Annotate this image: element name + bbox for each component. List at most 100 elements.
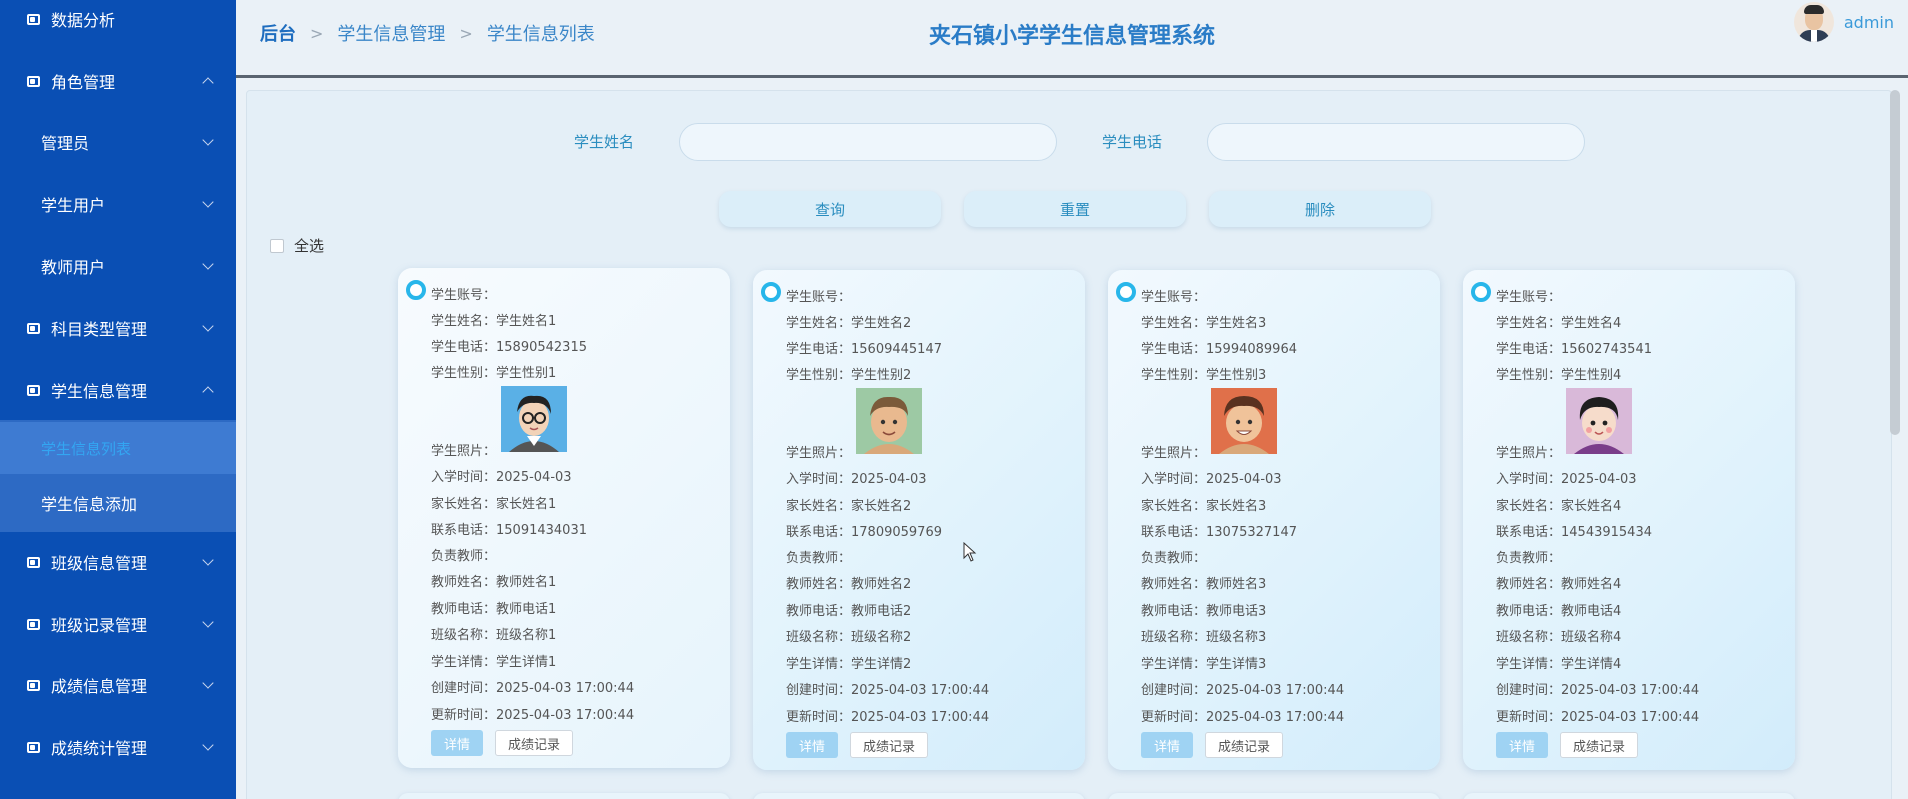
- field-key: 班级名称：: [1496, 630, 1562, 645]
- field-value: 家长姓名2: [851, 499, 912, 514]
- sidebar-item-student-info[interactable]: 学生信息管理: [0, 359, 236, 421]
- sidebar-item-class-records[interactable]: 班级记录管理: [0, 593, 236, 655]
- reset-button[interactable]: 重置: [964, 191, 1186, 227]
- delete-button[interactable]: 删除: [1209, 191, 1431, 227]
- scrollbar[interactable]: [1890, 90, 1900, 435]
- menu-icon: [27, 618, 40, 630]
- student-phone-label: 学生电话: [1102, 133, 1163, 151]
- chevron-down-icon: [202, 739, 214, 751]
- detail-button[interactable]: 详情: [1141, 732, 1193, 758]
- header: 后台 > 学生信息管理 > 学生信息列表 夹石镇小学学生信息管理系统 admin: [236, 0, 1908, 78]
- sidebar-item-subject-types[interactable]: 科目类型管理: [0, 297, 236, 359]
- field-key: 入学时间：: [431, 470, 497, 485]
- sidebar-item-role-management[interactable]: 角色管理: [0, 50, 236, 112]
- sidebar-item-student-list[interactable]: 学生信息列表: [0, 422, 236, 474]
- select-radio[interactable]: [761, 282, 781, 302]
- field-value: 教师姓名4: [1561, 577, 1622, 592]
- field-name: 学生姓名：学生姓名1: [431, 310, 556, 329]
- grade-record-button[interactable]: 成绩记录: [495, 730, 573, 756]
- student-card: 学生账号： 学生姓名：学生姓名1 学生电话：15890542315 学生性别：学…: [398, 268, 730, 768]
- field-phone: 学生电话：15602743541: [1496, 338, 1652, 357]
- field-enroll: 入学时间：2025-04-03: [786, 468, 927, 487]
- field-contact: 联系电话：17809059769: [786, 521, 942, 540]
- detail-button[interactable]: 详情: [431, 730, 483, 756]
- menu-icon: [27, 384, 40, 396]
- grade-record-button[interactable]: 成绩记录: [1560, 732, 1638, 758]
- select-radio[interactable]: [1116, 282, 1136, 302]
- field-key: 学生账号：: [431, 288, 497, 303]
- field-key: 入学时间：: [1496, 472, 1562, 487]
- sidebar-item-admin[interactable]: 管理员: [0, 111, 236, 173]
- field-created: 创建时间：2025-04-03 17:00:44: [431, 677, 634, 696]
- sidebar-item-grade-info[interactable]: 成绩信息管理: [0, 654, 236, 716]
- sidebar-item-teacher-users[interactable]: 教师用户: [0, 235, 236, 297]
- field-value: 2025-04-03: [851, 472, 927, 487]
- sidebar-item-student-users[interactable]: 学生用户: [0, 173, 236, 235]
- field-key: 学生姓名：: [431, 314, 497, 329]
- field-value: 学生性别4: [1561, 368, 1622, 383]
- sidebar: 数据分析 角色管理 管理员 学生用户 教师用户 科目类型管理 学生信息管理 学生…: [0, 0, 236, 799]
- field-teacher-name: 教师姓名：教师姓名1: [431, 571, 556, 590]
- select-radio[interactable]: [406, 280, 426, 300]
- field-key: 更新时间：: [1141, 710, 1207, 725]
- student-phone-input[interactable]: [1207, 123, 1585, 161]
- field-key: 班级名称：: [786, 630, 852, 645]
- sidebar-item-grade-stats[interactable]: 成绩统计管理: [0, 716, 236, 778]
- field-key: 联系电话：: [431, 523, 497, 538]
- field-key: 学生姓名：: [786, 316, 852, 331]
- menu-icon: [27, 556, 40, 568]
- field-account: 学生账号：: [431, 284, 496, 303]
- field-gender: 学生性别：学生性别1: [431, 362, 556, 381]
- sidebar-item-student-add[interactable]: 学生信息添加: [0, 474, 236, 532]
- field-parent: 家长姓名：家长姓名1: [431, 493, 556, 512]
- user-name[interactable]: admin: [1844, 13, 1894, 32]
- field-value: 15994089964: [1206, 342, 1297, 357]
- field-key: 学生电话：: [1496, 342, 1562, 357]
- field-key: 学生姓名：: [1141, 316, 1207, 331]
- sidebar-item-label: 班级信息管理: [51, 554, 148, 573]
- field-updated: 更新时间：2025-04-03 17:00:44: [1141, 706, 1344, 725]
- field-key: 学生详情：: [1496, 657, 1562, 672]
- field-account: 学生账号：: [786, 286, 851, 305]
- chevron-down-icon: [202, 196, 214, 208]
- field-value: 学生详情1: [496, 655, 557, 670]
- student-card: [1108, 793, 1440, 799]
- field-value: 家长姓名1: [496, 497, 557, 512]
- field-key: 负责教师：: [786, 551, 852, 566]
- sidebar-item-label: 角色管理: [51, 73, 116, 92]
- field-key: 学生性别：: [431, 366, 497, 381]
- query-button[interactable]: 查询: [719, 191, 941, 227]
- field-key: 教师电话：: [431, 602, 497, 617]
- field-value: 2025-04-03 17:00:44: [1206, 710, 1345, 725]
- sidebar-item-class-info[interactable]: 班级信息管理: [0, 531, 236, 593]
- student-name-input[interactable]: [679, 123, 1057, 161]
- field-value: 2025-04-03: [1206, 472, 1282, 487]
- grade-record-button[interactable]: 成绩记录: [850, 732, 928, 758]
- field-value: 2025-04-03 17:00:44: [496, 681, 635, 696]
- student-card: [753, 793, 1085, 799]
- field-name: 学生姓名：学生姓名2: [786, 312, 911, 331]
- sidebar-item-label: 数据分析: [51, 11, 116, 30]
- detail-button[interactable]: 详情: [1496, 732, 1548, 758]
- sidebar-item-label: 管理员: [41, 134, 90, 153]
- field-key: 家长姓名：: [431, 497, 497, 512]
- field-value: 学生姓名1: [496, 314, 557, 329]
- field-account: 学生账号：: [1141, 286, 1206, 305]
- select-radio[interactable]: [1471, 282, 1491, 302]
- chevron-down-icon: [202, 554, 214, 566]
- grade-record-button[interactable]: 成绩记录: [1205, 732, 1283, 758]
- field-key: 学生照片：: [431, 444, 497, 459]
- field-photo: 学生照片：: [1496, 442, 1561, 461]
- select-all[interactable]: 全选: [270, 235, 324, 256]
- field-detail: 学生详情：学生详情2: [786, 653, 911, 672]
- select-all-checkbox[interactable]: [270, 238, 284, 253]
- detail-button[interactable]: 详情: [786, 732, 838, 758]
- field-enroll: 入学时间：2025-04-03: [1496, 468, 1637, 487]
- user-menu[interactable]: admin: [1793, 2, 1894, 42]
- field-parent: 家长姓名：家长姓名3: [1141, 495, 1266, 514]
- field-key: 教师姓名：: [1141, 577, 1207, 592]
- student-card: [398, 793, 730, 799]
- avatar[interactable]: [1793, 2, 1834, 42]
- sidebar-item-data-analysis[interactable]: 数据分析: [0, 0, 236, 50]
- field-value: 教师电话1: [496, 602, 557, 617]
